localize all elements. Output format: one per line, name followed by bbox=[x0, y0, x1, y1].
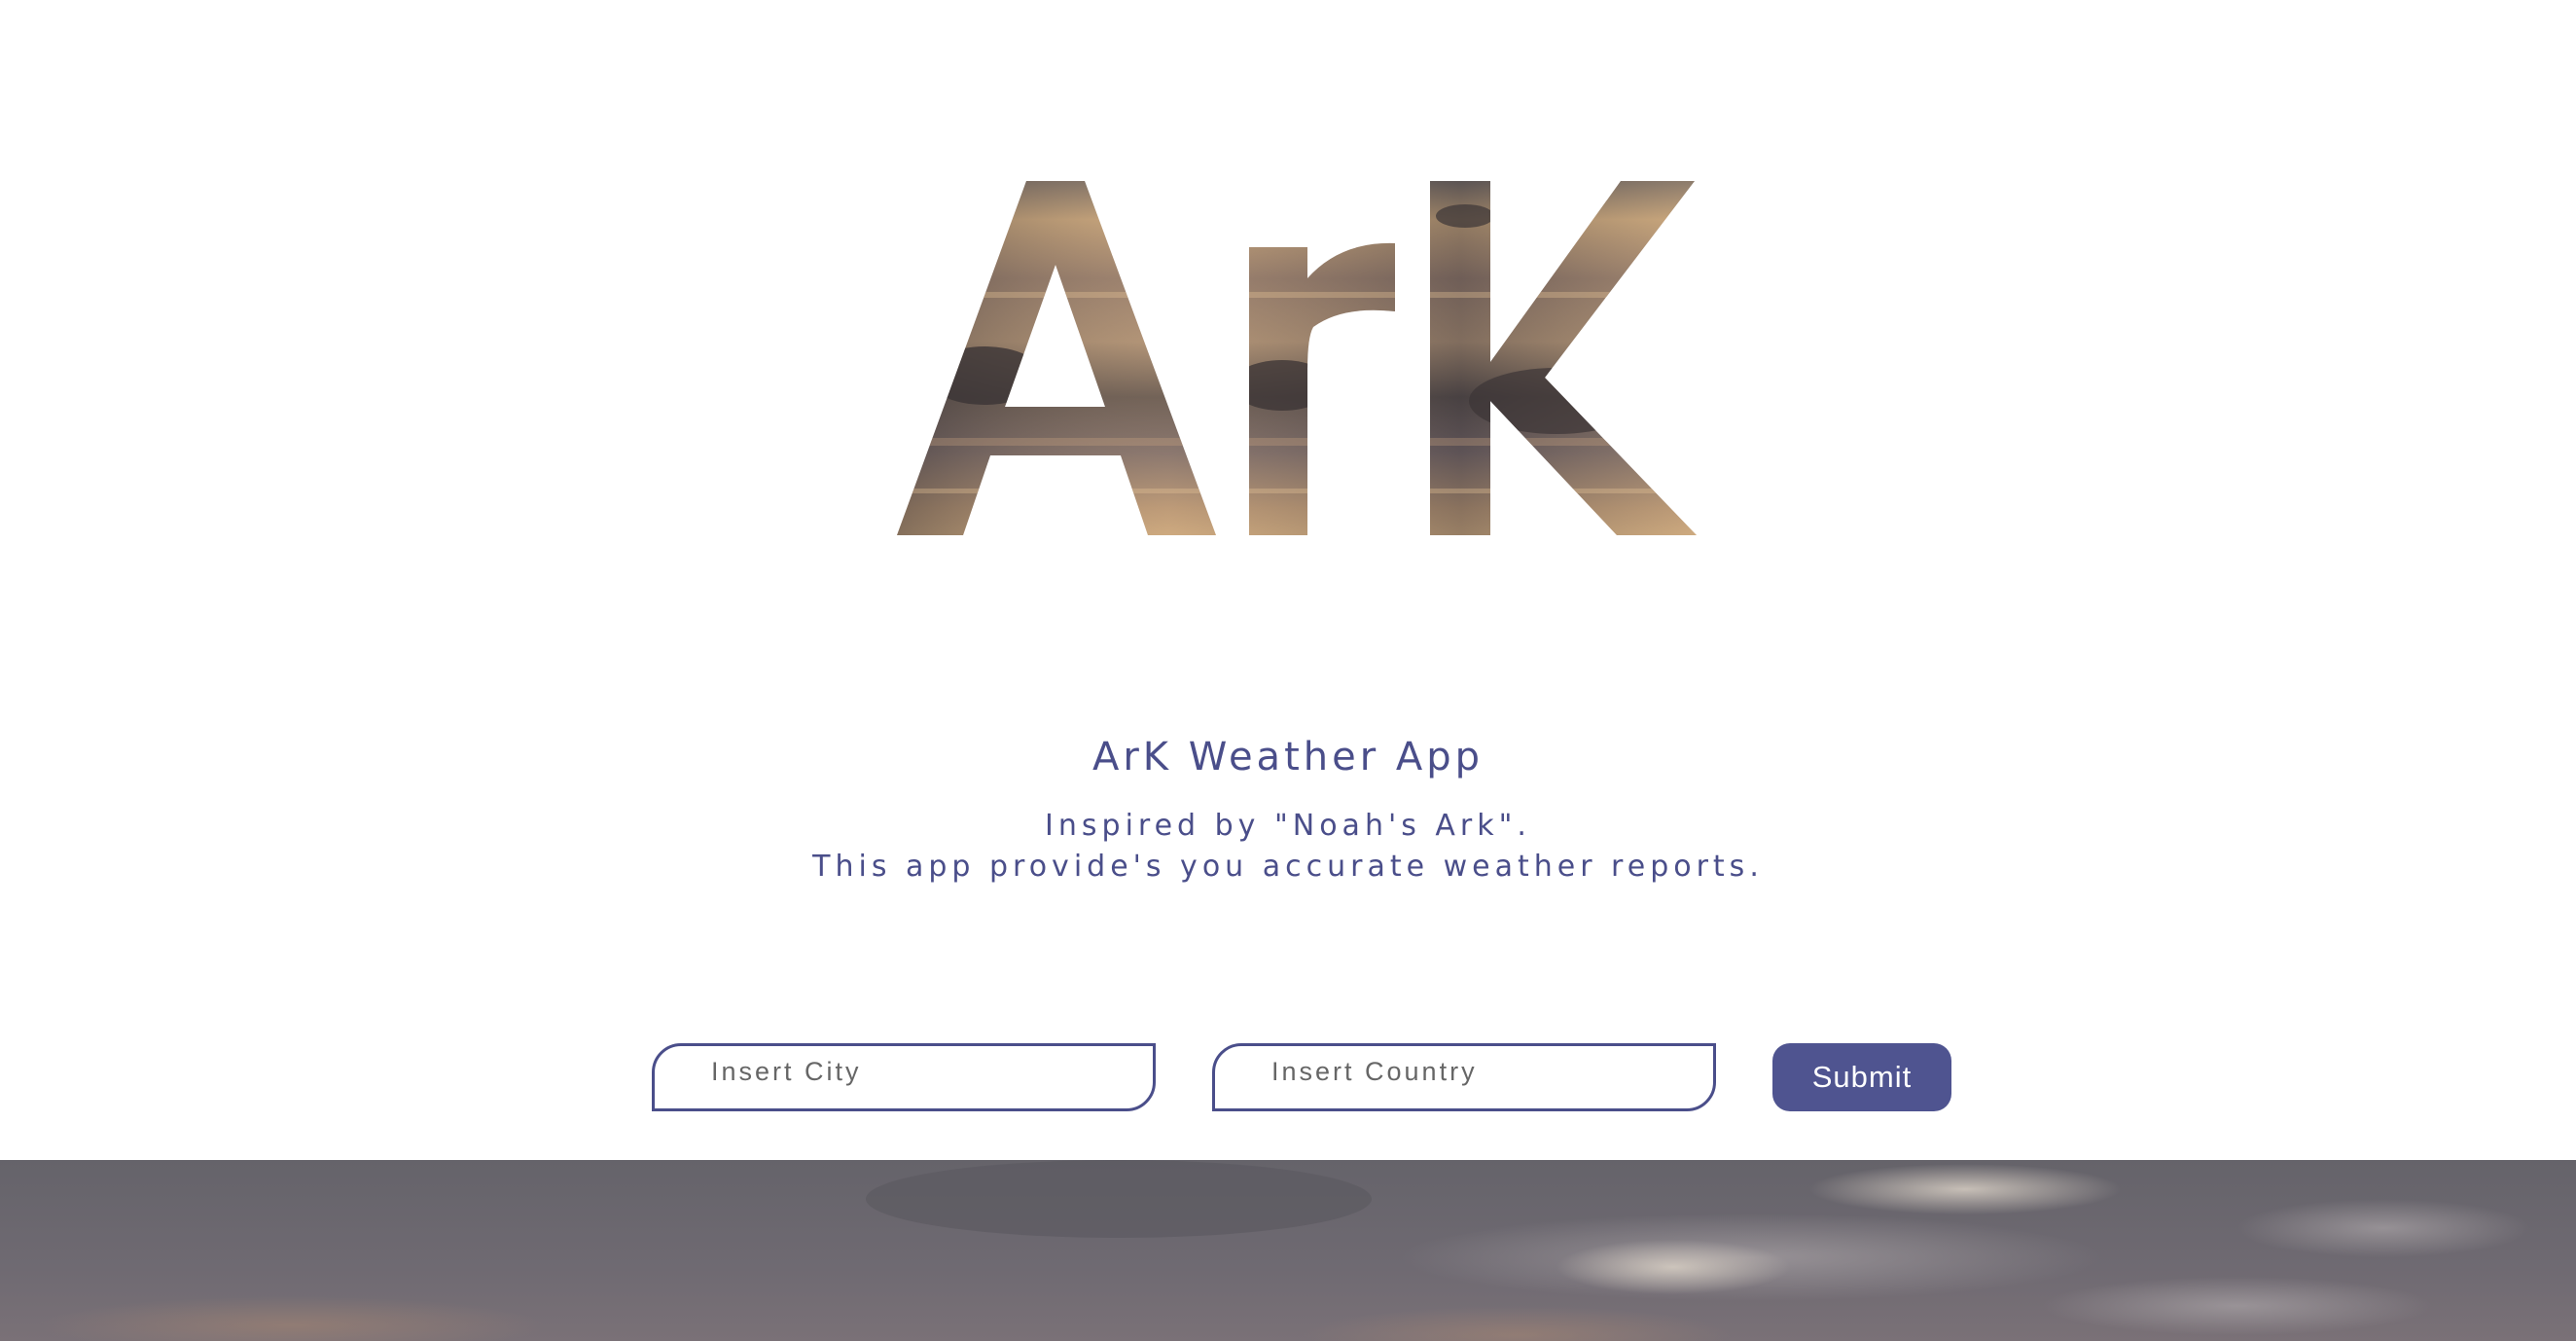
city-field-wrapper bbox=[652, 1043, 1156, 1111]
search-form: Submit bbox=[0, 1043, 2576, 1111]
submit-button[interactable]: Submit bbox=[1772, 1043, 1951, 1111]
country-input[interactable] bbox=[1215, 1046, 1713, 1108]
logo-image bbox=[897, 181, 1697, 536]
city-input[interactable] bbox=[655, 1046, 1153, 1108]
page-title: ArK Weather App bbox=[1091, 735, 1485, 779]
app-description: Inspired by "Noah's Ark". This app provi… bbox=[0, 806, 2576, 888]
hero-background-image bbox=[0, 1160, 2576, 1341]
app-logo bbox=[0, 146, 2576, 555]
description-line-1: Inspired by "Noah's Ark". bbox=[1045, 809, 1531, 843]
description-line-2: This app provide's you accurate weather … bbox=[812, 850, 1764, 884]
sky-photo bbox=[0, 1160, 2576, 1341]
country-field-wrapper bbox=[1212, 1043, 1716, 1111]
